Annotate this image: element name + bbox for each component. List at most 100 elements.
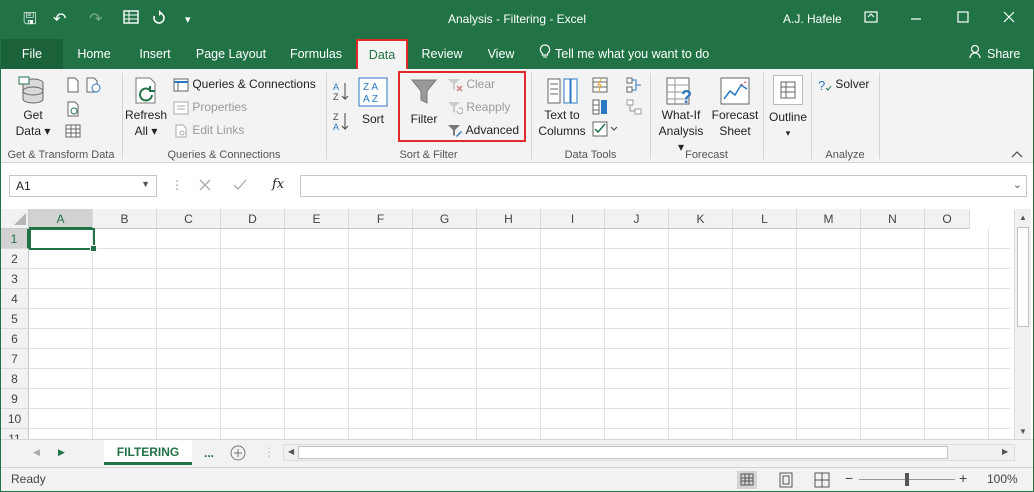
page-layout-view-icon[interactable] (777, 471, 795, 491)
recent-sources-icon[interactable] (85, 77, 101, 96)
column-header[interactable]: N (861, 209, 925, 229)
formula-input[interactable]: ⌄ (300, 175, 1027, 197)
cancel-entry-icon[interactable] (199, 179, 211, 194)
what-if-icon: ? (665, 75, 697, 107)
outline-dropdown-icon: ▾ (785, 128, 791, 138)
tab-insert[interactable]: Insert (127, 39, 183, 69)
vertical-scroll-thumb[interactable] (1017, 227, 1029, 327)
queries-connections-button[interactable]: Queries & Connections (173, 77, 316, 92)
from-text-icon[interactable] (65, 77, 81, 96)
get-data-button[interactable]: Get Data ▾ (13, 75, 53, 139)
edit-links-button[interactable]: Edit Links (173, 123, 244, 138)
column-header[interactable]: C (157, 209, 221, 229)
zoom-out-icon[interactable]: − (845, 470, 853, 486)
sort-button[interactable]: Z AA Z Sort (355, 77, 391, 127)
column-header[interactable]: M (797, 209, 861, 229)
tab-file[interactable]: File (1, 39, 63, 69)
column-header[interactable]: J (605, 209, 669, 229)
refresh-all-button[interactable]: Refresh All ▾ (125, 75, 167, 139)
tab-split-grip-icon[interactable]: ⋮ (263, 445, 275, 459)
normal-view-icon[interactable] (737, 471, 757, 489)
flash-fill-icon[interactable] (592, 77, 608, 96)
collapse-ribbon-icon[interactable] (1011, 147, 1023, 161)
column-header[interactable]: H (477, 209, 541, 229)
row-header[interactable]: 5 (1, 309, 29, 329)
new-sheet-icon[interactable] (230, 445, 246, 464)
close-icon[interactable] (999, 10, 1019, 27)
column-header[interactable]: K (669, 209, 733, 229)
select-all-corner[interactable] (1, 209, 29, 229)
row-header[interactable]: 3 (1, 269, 29, 289)
zoom-level[interactable]: 100% (987, 472, 1018, 486)
minimize-icon[interactable] (906, 10, 926, 27)
column-header[interactable]: I (541, 209, 605, 229)
more-sheets-button[interactable]: ... (204, 446, 214, 460)
share-button[interactable]: Share (969, 39, 1029, 69)
zoom-slider-thumb[interactable] (905, 473, 909, 486)
relationships-icon[interactable] (626, 99, 642, 118)
text-to-columns-button[interactable]: Text to Columns (536, 75, 588, 139)
confirm-entry-icon[interactable] (233, 179, 247, 194)
tab-data[interactable]: Data (356, 39, 408, 70)
insert-function-icon[interactable]: fx (272, 177, 284, 192)
forecast-sheet-icon (719, 75, 751, 107)
row-header[interactable]: 10 (1, 409, 29, 429)
consolidate-icon[interactable] (626, 77, 642, 96)
from-web-icon[interactable] (65, 101, 81, 120)
row-header[interactable]: 11 (1, 429, 29, 439)
column-header[interactable]: A (29, 209, 93, 229)
row-header[interactable]: 8 (1, 369, 29, 389)
name-box[interactable]: A1 ▼ (9, 175, 157, 197)
horizontal-scrollbar[interactable]: ◀ ▶ (283, 444, 1015, 461)
tab-page-layout[interactable]: Page Layout (189, 39, 273, 69)
svg-text:Z: Z (333, 112, 339, 122)
from-table-icon[interactable] (65, 123, 81, 142)
row-header[interactable]: 9 (1, 389, 29, 409)
cell-area[interactable] (29, 229, 1010, 439)
column-header[interactable]: E (285, 209, 349, 229)
maximize-icon[interactable] (953, 10, 973, 27)
page-break-view-icon[interactable] (813, 471, 831, 491)
name-box-dropdown-icon[interactable]: ▼ (141, 179, 150, 189)
column-header[interactable]: F (349, 209, 413, 229)
ribbon-display-options-icon[interactable] (861, 10, 881, 27)
tab-home[interactable]: Home (67, 39, 121, 69)
column-header[interactable]: B (93, 209, 157, 229)
outline-button[interactable]: Outline ▾ (766, 75, 810, 141)
tab-formulas[interactable]: Formulas (281, 39, 351, 69)
selected-cell-a1[interactable] (29, 228, 97, 252)
forecast-sheet-button[interactable]: Forecast Sheet (711, 75, 759, 139)
row-header[interactable]: 6 (1, 329, 29, 349)
scroll-left-icon[interactable]: ◀ (288, 447, 294, 456)
solver-button[interactable]: ? Solver (818, 77, 869, 93)
vertical-scrollbar[interactable]: ▲ ▼ (1014, 209, 1031, 439)
scroll-up-icon[interactable]: ▲ (1019, 213, 1027, 222)
row-header[interactable]: 4 (1, 289, 29, 309)
zoom-in-icon[interactable]: + (959, 470, 967, 486)
sort-z-to-a-icon[interactable]: ZA (333, 111, 349, 136)
column-header[interactable]: L (733, 209, 797, 229)
column-header[interactable]: D (221, 209, 285, 229)
sort-a-to-z-icon[interactable]: AZ (333, 81, 349, 106)
remove-duplicates-icon[interactable] (592, 99, 608, 118)
sheet-tab-filtering[interactable]: FILTERING (104, 440, 192, 465)
properties-button[interactable]: Properties (173, 100, 247, 115)
scroll-right-icon[interactable]: ▶ (1002, 447, 1008, 456)
tab-review[interactable]: Review (415, 39, 469, 69)
expand-formula-bar-icon[interactable]: ⌄ (1013, 178, 1022, 191)
next-sheet-icon[interactable]: ▶ (58, 447, 65, 458)
tell-me-box[interactable]: Tell me what you want to do (539, 39, 717, 69)
what-if-analysis-button[interactable]: ? What-If Analysis ▾ (655, 75, 707, 155)
user-name[interactable]: A.J. Hafele (783, 12, 842, 26)
horizontal-scroll-thumb[interactable] (298, 446, 948, 459)
row-header[interactable]: 7 (1, 349, 29, 369)
tab-view[interactable]: View (479, 39, 523, 69)
data-validation-icon[interactable] (592, 121, 618, 140)
row-header[interactable]: 1 (1, 229, 29, 249)
group-queries-connections: Refresh All ▾ Queries & Connections Prop… (123, 69, 325, 163)
scroll-down-icon[interactable]: ▼ (1019, 427, 1027, 436)
column-header[interactable]: G (413, 209, 477, 229)
prev-sheet-icon[interactable]: ◀ (33, 447, 40, 458)
column-header[interactable]: O (925, 209, 970, 229)
row-header[interactable]: 2 (1, 249, 29, 269)
